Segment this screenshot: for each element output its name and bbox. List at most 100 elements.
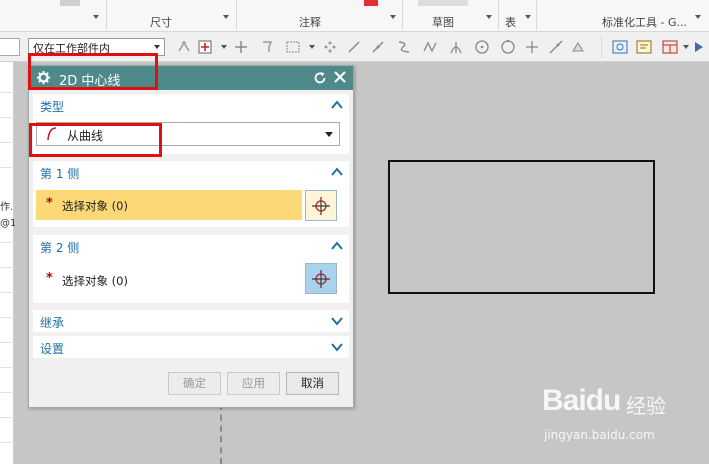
arc-center-icon[interactable] [474, 39, 490, 55]
chevron-down-icon[interactable] [331, 342, 343, 352]
nav-row-divider [0, 392, 14, 393]
close-icon[interactable] [333, 70, 347, 84]
nav-row-divider [0, 342, 14, 343]
highlight-box-type [29, 123, 162, 157]
rect-select-icon[interactable] [285, 39, 301, 55]
ribbon-icon-stub[interactable] [364, 0, 378, 6]
required-star: * [46, 196, 53, 211]
chevron-up-icon[interactable] [331, 167, 343, 177]
group-separator [536, 0, 537, 30]
part-navigator: 作. @1 [0, 62, 16, 464]
move-icon[interactable] [233, 39, 249, 55]
ribbon-icon-stub[interactable] [418, 0, 468, 6]
group-dropdown-arrow[interactable] [93, 15, 99, 19]
chevron-up-icon[interactable] [331, 241, 343, 251]
chevron-down-icon[interactable] [331, 316, 343, 326]
view-fit-icon[interactable] [612, 39, 628, 55]
group-separator [236, 0, 237, 30]
nav-row-divider [0, 317, 14, 318]
group-dropdown-arrow[interactable] [223, 15, 229, 19]
nav-row-divider [0, 167, 14, 168]
nav-row-divider [0, 142, 14, 143]
ribbon: 尺寸 注释 草图 表 标准化工具 - G... [0, 0, 709, 32]
nav-row-divider [0, 442, 14, 443]
section-side-2-title: 第 2 侧 [40, 241, 80, 255]
group-label-table: 表 [505, 16, 516, 29]
watermark-url: jingyan.baidu.com [544, 428, 655, 442]
group-separator [402, 0, 403, 30]
nav-row-divider [0, 92, 14, 93]
section-type-title: 类型 [40, 100, 65, 114]
apply-button[interactable]: 应用 [227, 372, 280, 395]
nav-item-label[interactable]: 作. [0, 198, 13, 213]
nav-item-label[interactable]: @1 [0, 218, 16, 229]
side-2-select-label: 选择对象 (0) [62, 274, 128, 288]
chevron-down-icon[interactable] [221, 45, 227, 49]
group-label-annotation: 注释 [299, 16, 321, 29]
nav-row-divider [0, 267, 14, 268]
reset-icon[interactable] [313, 71, 327, 85]
highlight-box-title [28, 53, 158, 90]
section-side-2-header[interactable]: 第 2 侧 [33, 235, 349, 257]
watermark-logo: Baidu [542, 384, 621, 417]
control-point-icon[interactable] [422, 39, 438, 55]
existing-point-icon[interactable] [524, 39, 540, 55]
snap-point-icon[interactable] [176, 39, 192, 55]
group-separator [498, 0, 499, 30]
nav-row-divider [0, 292, 14, 293]
side-2-select-object[interactable]: * 选择对象 (0) [36, 265, 302, 295]
baidu-watermark: Baidu 经验 jingyan.baidu.com [542, 384, 702, 444]
section-settings-title: 设置 [40, 342, 65, 356]
side-1-select-label: 选择对象 (0) [62, 199, 128, 213]
group-dropdown-arrow[interactable] [695, 15, 701, 19]
toolbar-separator [601, 36, 602, 58]
line-snap-icon[interactable] [346, 39, 362, 55]
section-type-header[interactable]: 类型 [33, 94, 349, 116]
side-1-select-object[interactable]: * 选择对象 (0) [36, 190, 302, 220]
pin-icon[interactable] [259, 39, 275, 55]
section-inherit-title: 继承 [40, 316, 65, 330]
select-filter-icon[interactable] [197, 39, 213, 55]
watermark-product: 经验 [626, 394, 666, 418]
section-inherit[interactable]: 继承 [33, 310, 349, 332]
render-style-icon[interactable] [693, 39, 709, 55]
quadrant-icon[interactable] [500, 39, 516, 55]
group-label-dimension: 尺寸 [150, 16, 172, 29]
type-filter-combo[interactable] [0, 38, 20, 56]
section-settings[interactable]: 设置 [33, 336, 349, 358]
intersection-icon[interactable] [448, 39, 464, 55]
chevron-down-icon [154, 45, 160, 49]
nav-row-divider [0, 367, 14, 368]
curve-snap-icon[interactable] [396, 39, 412, 55]
view-layout-icon[interactable] [662, 39, 678, 55]
points-icon[interactable] [322, 39, 338, 55]
group-separator [106, 0, 107, 30]
group-dropdown-arrow[interactable] [486, 15, 492, 19]
ok-button[interactable]: 确定 [168, 372, 221, 395]
point-on-face-icon[interactable] [570, 39, 586, 55]
side-2-select-button[interactable] [305, 263, 337, 294]
crosshair-icon [312, 270, 330, 288]
ribbon-icon-stub[interactable] [60, 0, 80, 6]
chevron-down-icon[interactable] [309, 45, 315, 49]
section-side-2: 第 2 侧 * 选择对象 (0) [33, 235, 349, 303]
required-star: * [46, 271, 53, 286]
cancel-button[interactable]: 取消 [286, 372, 339, 395]
chevron-down-icon[interactable] [683, 45, 689, 49]
section-side-1-header[interactable]: 第 1 侧 [33, 161, 349, 183]
centerline-2d-dialog: 2D 中心线 类型 从曲线 第 1 侧 * 选择对象 (0) 第 2 侧 * 选… [28, 65, 354, 408]
view-zoom-icon[interactable] [636, 39, 652, 55]
centerline-preview [220, 404, 222, 464]
midpoint-icon[interactable] [370, 39, 386, 55]
group-dropdown-arrow[interactable] [390, 15, 396, 19]
group-dropdown-arrow[interactable] [525, 15, 531, 19]
chevron-up-icon[interactable] [331, 100, 343, 110]
nav-row-divider [0, 242, 14, 243]
crosshair-icon [312, 197, 330, 215]
group-label-standard-tools: 标准化工具 - G... [602, 16, 687, 29]
section-side-1: 第 1 侧 * 选择对象 (0) [33, 161, 349, 227]
sketch-rectangle[interactable] [388, 160, 655, 294]
point-on-curve-icon[interactable] [548, 39, 564, 55]
group-label-sketch: 草图 [432, 16, 454, 29]
side-1-select-button[interactable] [305, 190, 337, 221]
